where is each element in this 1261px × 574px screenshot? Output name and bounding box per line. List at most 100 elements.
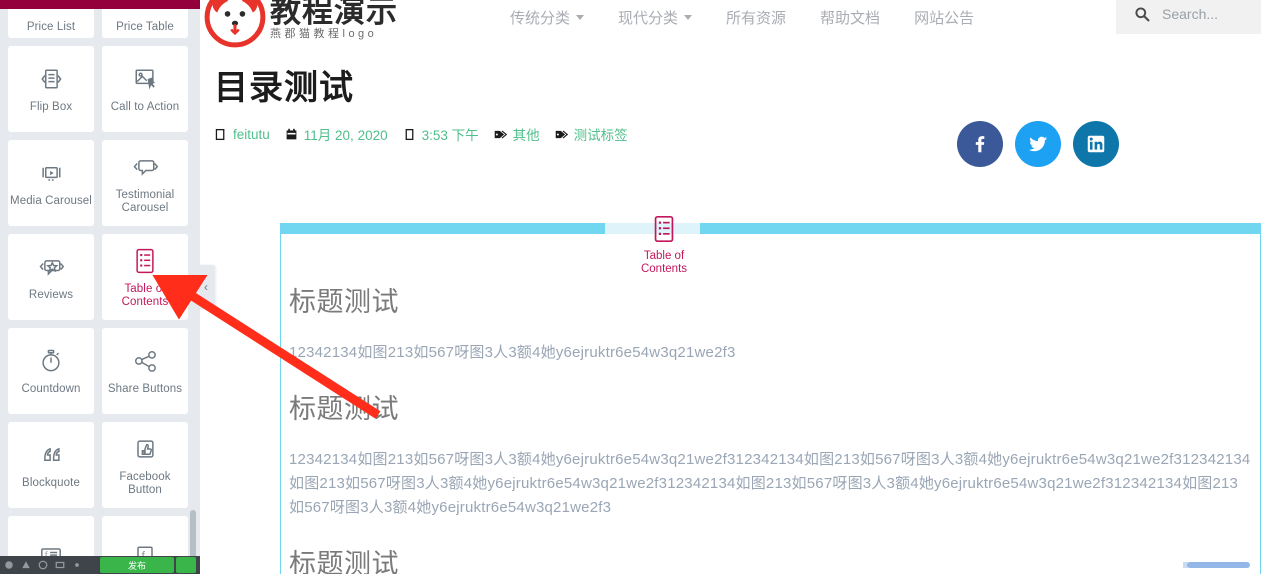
widget-card-testimonial-carousel[interactable]: Testimonial Carousel — [102, 140, 188, 226]
widget-card-table-of-contents[interactable]: Table of Contents — [102, 234, 188, 320]
nav-item-label: 传统分类 — [510, 9, 571, 27]
editor-section-wrapper: Table of Contents 标题测试 12342134如图213如567呀… — [280, 215, 1261, 574]
nav-item-3[interactable]: 所有资源 — [726, 7, 786, 28]
facebook-button-icon — [137, 439, 154, 458]
widget-card-label: Blockquote — [22, 477, 80, 489]
linkedin-share-button[interactable] — [1073, 121, 1119, 167]
post-meta-text: 其他 — [512, 128, 540, 143]
post-meta-item[interactable]: 11月 20, 2020 — [285, 124, 388, 144]
site-logo[interactable]: 教程演示 燕郡猫教程logo — [204, 0, 398, 48]
share-buttons-icon — [130, 346, 160, 376]
navigator-icon[interactable] — [21, 560, 31, 570]
history-icon[interactable] — [38, 560, 48, 570]
post-meta-item[interactable]: 其他 — [494, 124, 540, 144]
dragged-widget-label-line1: Table of — [643, 250, 685, 262]
linkedin-icon — [1087, 135, 1105, 153]
content-paragraph[interactable]: 12342134如图213如567呀图3人3额4她y6ejruktr6e54w3… — [289, 448, 1252, 520]
publish-button[interactable]: 发布 — [100, 557, 174, 573]
panel-top-bar — [0, 0, 200, 9]
widget-card-label: Share Buttons — [107, 383, 183, 395]
settings-icon[interactable] — [4, 560, 14, 570]
facebook-share-button[interactable] — [957, 121, 1003, 167]
widget-card-flip-box[interactable]: Flip Box — [8, 46, 94, 132]
footer-icon-group — [4, 560, 100, 570]
table-of-contents-icon — [130, 246, 160, 276]
chevron-down-icon — [576, 14, 585, 20]
widget-card-reviews[interactable]: Reviews — [8, 234, 94, 320]
reviews-icon — [39, 260, 65, 276]
table-of-contents-icon — [654, 215, 674, 243]
panel-scroll-area[interactable]: Price List Price Table Flip Box Call to Act… — [0, 0, 200, 574]
page-title: 目录测试 — [214, 69, 354, 107]
widget-card-label: Media Carousel — [10, 195, 92, 207]
tag-icon — [555, 129, 568, 139]
blockquote-icon — [36, 440, 66, 470]
table-of-contents-icon — [136, 248, 154, 273]
logo-text-block: 教程演示 燕郡猫教程logo — [270, 0, 398, 41]
widget-card-call-to-action[interactable]: Call to Action — [102, 46, 188, 132]
nav-item-5[interactable]: 网站公告 — [914, 7, 974, 28]
search-input[interactable]: Search... — [1162, 6, 1218, 22]
horizontal-scrollbar-thumb[interactable] — [1187, 562, 1250, 568]
content-heading[interactable]: 标题测试 — [289, 387, 1252, 426]
post-meta-text: 测试标签 — [573, 128, 628, 143]
countdown-icon — [42, 349, 60, 372]
call-to-action-icon — [135, 69, 156, 90]
logo-title: 教程演示 — [270, 0, 398, 29]
share-buttons-icon — [134, 350, 156, 372]
widget-card-label: Flip Box — [29, 101, 73, 113]
nav-item-1[interactable]: 传统分类 — [510, 7, 585, 28]
widget-card-facebook-button[interactable]: Facebook Button — [102, 422, 188, 508]
nav-item-4[interactable]: 帮助文档 — [820, 7, 880, 28]
elementor-editor-screen: Price List Price Table Flip Box Call to Act… — [0, 0, 1261, 574]
post-meta-text: feitutu — [233, 126, 270, 142]
media-carousel-icon — [42, 167, 61, 181]
widget-card-countdown[interactable]: Countdown — [8, 328, 94, 414]
widget-card-share-buttons[interactable]: Share Buttons — [102, 328, 188, 414]
twitter-share-button[interactable] — [1015, 121, 1061, 167]
panel-footer-bar: 发布 — [0, 556, 200, 574]
nav-item-2[interactable]: 现代分类 — [618, 7, 693, 28]
tag-icon — [494, 129, 507, 139]
nav-item-label: 网站公告 — [914, 9, 975, 27]
widget-card-label: Table of Contents — [121, 282, 169, 308]
post-meta-item[interactable]: 3:53 下午 — [403, 124, 479, 144]
call-to-action-icon — [130, 64, 160, 94]
testimonial-carousel-icon — [133, 159, 159, 176]
facebook-icon — [975, 136, 985, 153]
widget-card-blockquote[interactable]: Blockquote — [8, 422, 94, 508]
elementor-widget-panel: Price List Price Table Flip Box Call to Act… — [0, 0, 200, 574]
post-meta-item[interactable]: 测试标签 — [555, 124, 628, 144]
logo-subtitle: 燕郡猫教程logo — [270, 27, 378, 40]
content-heading[interactable]: 标题测试 — [289, 280, 1252, 319]
content-section[interactable]: 标题测试 12342134如图213如567呀图3人3额4她y6ejruktr6e… — [280, 234, 1261, 574]
widget-card-label: Reviews — [28, 289, 74, 301]
widget-card-label: Price Table — [116, 21, 174, 33]
search-icon — [1135, 7, 1150, 22]
main-navigation: 传统分类 现代分类 所有资源 帮助文档 网站公告 — [510, 7, 974, 28]
reviews-icon — [36, 252, 66, 282]
post-meta-item[interactable]: feitutu — [214, 127, 270, 142]
widget-card-label: Countdown — [21, 383, 81, 395]
preview-icon[interactable] — [72, 560, 82, 570]
content-blocks: 标题测试 12342134如图213如567呀图3人3额4她y6ejruktr6e… — [281, 234, 1260, 574]
dragged-widget-ghost: Table of Contents — [621, 214, 707, 276]
page-preview: 教程演示 燕郡猫教程logo 传统分类 现代分类 所有资源 帮助文档 网站公告 Sear… — [200, 0, 1261, 574]
flip-box-icon — [36, 64, 66, 94]
nav-item-label: 现代分类 — [618, 9, 679, 27]
responsive-mode-icon[interactable] — [55, 560, 65, 570]
chevron-down-icon — [684, 14, 693, 20]
content-paragraph[interactable]: 12342134如图213如567呀图3人3额4她y6ejruktr6e54w3… — [289, 341, 1252, 365]
user-icon — [215, 128, 225, 140]
site-header: 教程演示 燕郡猫教程logo 传统分类 现代分类 所有资源 帮助文档 网站公告 Sear… — [200, 0, 1261, 48]
testimonial-carousel-icon — [130, 152, 160, 182]
widget-grid: Price List Price Table Flip Box Call to Act… — [8, 0, 192, 574]
panel-collapse-button[interactable]: ‹ — [197, 265, 215, 309]
post-meta-text: 11月 20, 2020 — [303, 128, 388, 143]
social-share-buttons — [957, 121, 1119, 167]
content-heading[interactable]: 标题测试 — [289, 542, 1252, 574]
publish-options-button[interactable] — [176, 557, 196, 573]
search-box[interactable]: Search... — [1116, 0, 1261, 34]
nav-item-label: 帮助文档 — [820, 9, 881, 27]
widget-card-media-carousel[interactable]: Media Carousel — [8, 140, 94, 226]
